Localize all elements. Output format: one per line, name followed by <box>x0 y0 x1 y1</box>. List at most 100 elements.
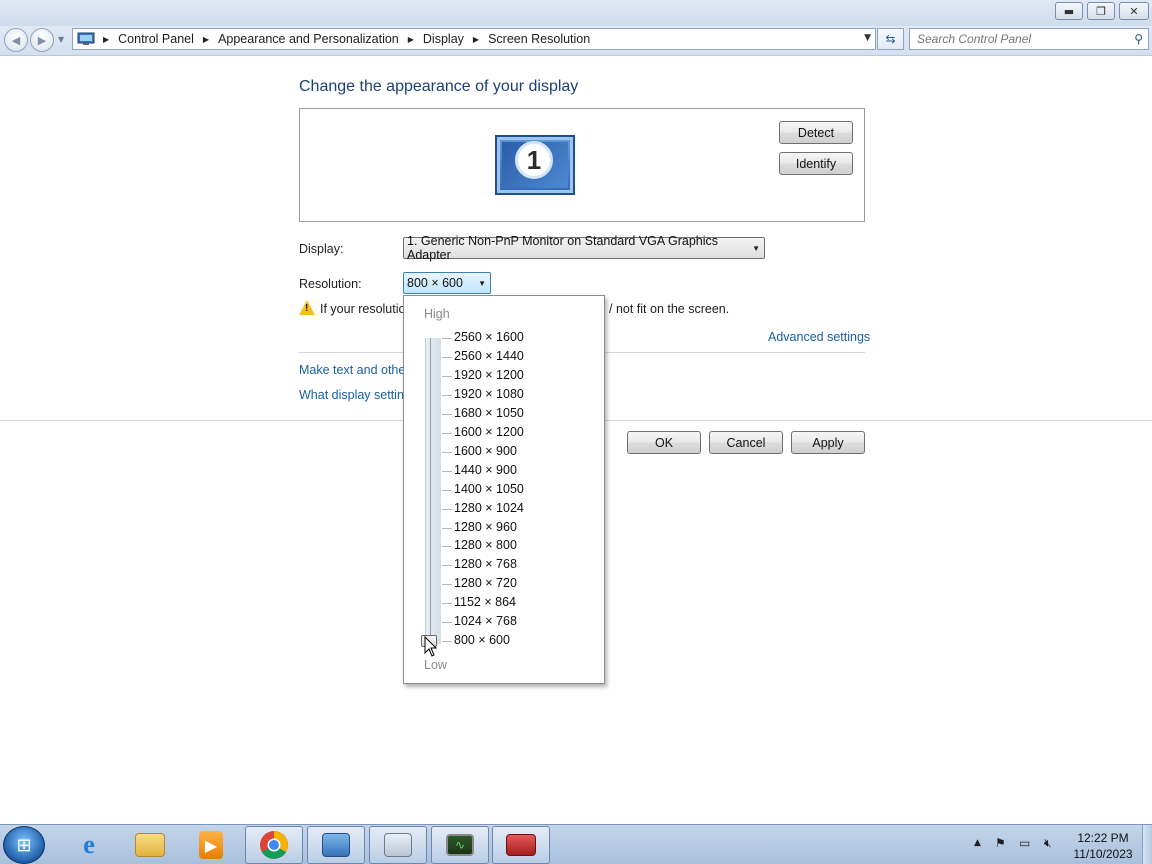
warning-text-end: / not fit on the screen. <box>609 302 730 316</box>
resolution-option[interactable]: 1440 × 900 <box>454 463 517 478</box>
page-title: Change the appearance of your display <box>299 78 579 95</box>
back-button[interactable]: ◀ <box>4 28 28 52</box>
show-desktop-button[interactable] <box>1142 825 1152 864</box>
display-settings-icon <box>384 833 412 857</box>
make-text-larger-link[interactable]: Make text and other <box>299 363 409 377</box>
resolution-option[interactable]: 800 × 600 <box>454 633 510 648</box>
display-select-value: 1. Generic Non-PnP Monitor on Standard V… <box>407 234 719 262</box>
clock-date: 11/10/2023 <box>1073 847 1133 861</box>
task-manager-icon: ∿ <box>446 834 474 856</box>
chevron-down-icon: ▼ <box>478 279 486 288</box>
resolution-option[interactable]: 1920 × 1200 <box>454 368 524 383</box>
close-button[interactable]: ✕ <box>1119 2 1149 20</box>
media-player-icon: ▶ <box>199 831 223 859</box>
forward-arrow-icon: ▶ <box>37 33 47 47</box>
system-clock[interactable]: 12:22 PM 11/10/2023 <box>1068 830 1138 862</box>
resolution-option[interactable]: 1680 × 1050 <box>454 406 524 421</box>
slider-tick <box>442 565 452 567</box>
resolution-option[interactable]: 1280 × 960 <box>454 520 517 535</box>
breadcrumb-separator-icon[interactable]: ▶ <box>103 35 109 44</box>
resolution-option[interactable]: 1280 × 768 <box>454 557 517 572</box>
resolution-option[interactable]: 1152 × 864 <box>454 595 516 610</box>
navigation-bar: ◀ ▶ ▼ ▶ Control Panel ▶ Appearance and Per… <box>0 26 1152 56</box>
slider-tick <box>442 451 452 453</box>
refresh-icon: ⇆ <box>885 32 896 46</box>
warning-row: ! <box>299 300 315 315</box>
breadcrumb-control-panel[interactable]: Control Panel <box>118 32 194 46</box>
display-select[interactable]: 1. Generic Non-PnP Monitor on Standard V… <box>403 234 765 262</box>
resolution-option[interactable]: 1600 × 1200 <box>454 425 524 440</box>
resolution-option[interactable]: 1280 × 800 <box>454 538 517 553</box>
resolution-select-value: 800 × 600 <box>407 276 463 290</box>
taskbar-task-manager[interactable]: ∿ <box>431 826 489 864</box>
resolution-label: Resolution: <box>299 277 362 291</box>
resolution-option[interactable]: 1600 × 900 <box>454 444 517 459</box>
slider-tick <box>442 641 452 643</box>
title-bar: ▬ ❐ ✕ <box>0 0 1152 26</box>
restore-button[interactable]: ❐ <box>1087 2 1115 20</box>
resolution-dropdown[interactable]: High 2560 × 1600 2560 × 1440 1920 × 1200 19… <box>403 295 605 684</box>
warning-text: If your resolutio <box>320 302 406 316</box>
display-preview-panel: 1 Detect Identify <box>299 108 865 222</box>
taskbar-control-panel[interactable] <box>307 826 365 864</box>
breadcrumb-appearance[interactable]: Appearance and Personalization <box>218 32 399 46</box>
apply-button[interactable]: Apply <box>791 431 865 454</box>
folder-icon <box>135 833 165 857</box>
taskbar-toolbox[interactable] <box>492 826 550 864</box>
internet-explorer-icon: e <box>83 830 95 859</box>
advanced-settings-link[interactable]: Advanced settings <box>768 330 870 344</box>
slider-tick <box>442 470 452 472</box>
minimize-button[interactable]: ▬ <box>1055 2 1083 20</box>
resolution-option[interactable]: 1280 × 1024 <box>454 501 524 516</box>
chrome-icon <box>260 831 288 859</box>
monitor-1-icon[interactable]: 1 <box>495 135 575 195</box>
breadcrumb-separator-icon[interactable]: ▶ <box>473 35 479 44</box>
resolution-option[interactable]: 1400 × 1050 <box>454 482 524 497</box>
cancel-button[interactable]: Cancel <box>709 431 783 454</box>
taskbar-internet-explorer[interactable]: e <box>60 826 118 864</box>
resolution-slider-track[interactable] <box>425 338 441 644</box>
control-panel-icon <box>77 32 95 45</box>
search-box[interactable]: ⚲ <box>909 28 1149 50</box>
resolution-select[interactable]: 800 × 600 ▼ <box>403 272 491 294</box>
resolution-option[interactable]: 2560 × 1600 <box>454 330 524 345</box>
search-input[interactable] <box>910 29 1120 49</box>
address-bar[interactable]: ▶ Control Panel ▶ Appearance and Personali… <box>72 28 876 50</box>
recent-pages-icon[interactable]: ▼ <box>58 35 64 44</box>
detect-button[interactable]: Detect <box>779 121 853 144</box>
resolution-option[interactable]: 1920 × 1080 <box>454 387 524 402</box>
address-dropdown-icon[interactable]: ▼ <box>864 33 871 43</box>
low-label: Low <box>424 658 447 672</box>
forward-button[interactable]: ▶ <box>30 28 54 52</box>
slider-tick <box>442 394 452 396</box>
slider-tick <box>442 489 452 491</box>
close-icon: ✕ <box>1129 4 1139 18</box>
warning-icon: ! <box>299 300 315 315</box>
breadcrumb-display[interactable]: Display <box>423 32 464 46</box>
taskbar-windows-explorer[interactable] <box>121 826 179 864</box>
taskbar: ⊞ e ▶ ∿ ▲ ⚑ ▭ 🔇︎ 12:22 PM 11/10/2023 <box>0 824 1152 864</box>
breadcrumb-screen-resolution[interactable]: Screen Resolution <box>488 32 590 46</box>
taskbar-chrome[interactable] <box>245 826 303 864</box>
control-panel-icon <box>322 833 350 857</box>
slider-tick <box>442 622 452 624</box>
breadcrumb-separator-icon[interactable]: ▶ <box>408 35 414 44</box>
toolbox-icon <box>506 834 536 856</box>
identify-button[interactable]: Identify <box>779 152 853 175</box>
display-settings-help-link[interactable]: What display setting <box>299 388 411 402</box>
taskbar-display-settings[interactable] <box>369 826 427 864</box>
slider-tick <box>442 603 452 605</box>
slider-tick <box>442 546 452 548</box>
refresh-button[interactable]: ⇆ <box>877 28 904 50</box>
display-label: Display: <box>299 242 344 256</box>
start-button[interactable]: ⊞ <box>3 826 45 864</box>
resolution-option[interactable]: 2560 × 1440 <box>454 349 524 364</box>
search-icon[interactable]: ⚲ <box>1134 32 1143 46</box>
resolution-option[interactable]: 1024 × 768 <box>454 614 517 629</box>
resolution-option[interactable]: 1280 × 720 <box>454 576 517 591</box>
breadcrumb-separator-icon[interactable]: ▶ <box>203 35 209 44</box>
taskbar-media-player[interactable]: ▶ <box>182 826 240 864</box>
ok-button[interactable]: OK <box>627 431 701 454</box>
restore-icon: ❐ <box>1096 4 1106 18</box>
windows-logo-icon: ⊞ <box>16 834 32 856</box>
